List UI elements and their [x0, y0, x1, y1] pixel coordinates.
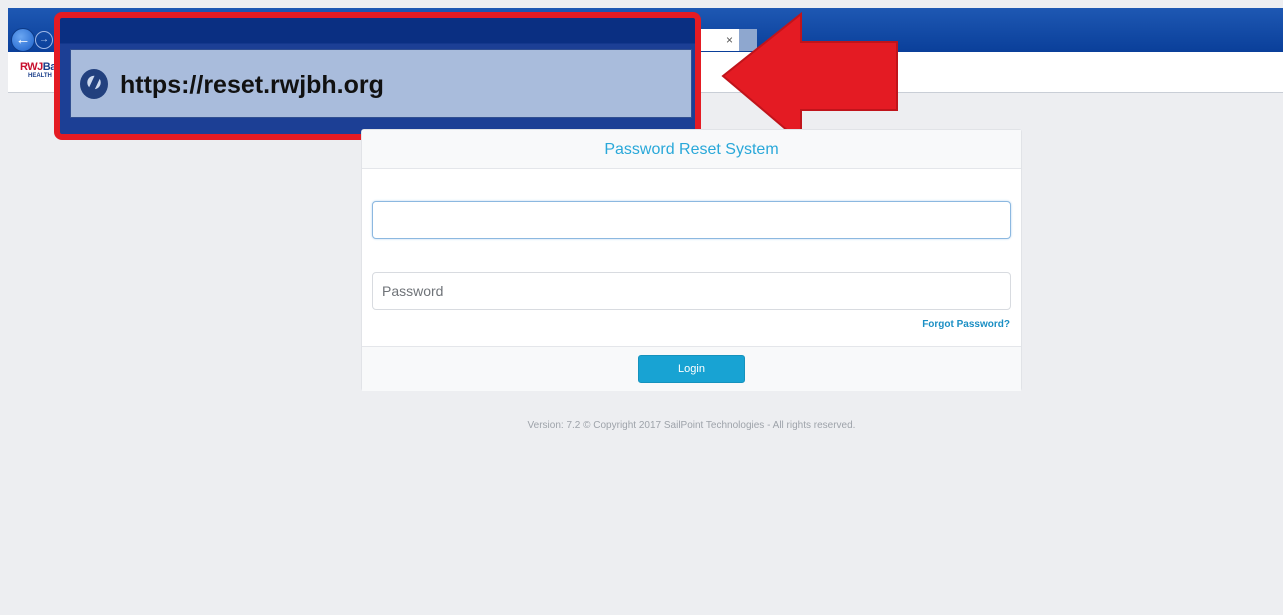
brand-logo-sub: HEALTH	[28, 73, 52, 79]
page-title: Password Reset System	[604, 141, 779, 158]
password-input[interactable]	[372, 272, 1011, 310]
back-arrow-icon[interactable]: ←	[11, 28, 35, 52]
site-favicon-icon	[80, 69, 108, 99]
copyright-footer: Version: 7.2 © Copyright 2017 SailPoint …	[527, 420, 856, 431]
forward-arrow-icon[interactable]: →	[35, 31, 53, 49]
brand-logo: RWJBa	[20, 61, 56, 73]
address-bar-url: https://reset.rwjbh.org	[120, 71, 384, 99]
login-button[interactable]: Login	[638, 355, 745, 383]
forgot-password-link[interactable]: Forgot Password?	[900, 319, 1010, 330]
username-input[interactable]	[372, 201, 1011, 239]
